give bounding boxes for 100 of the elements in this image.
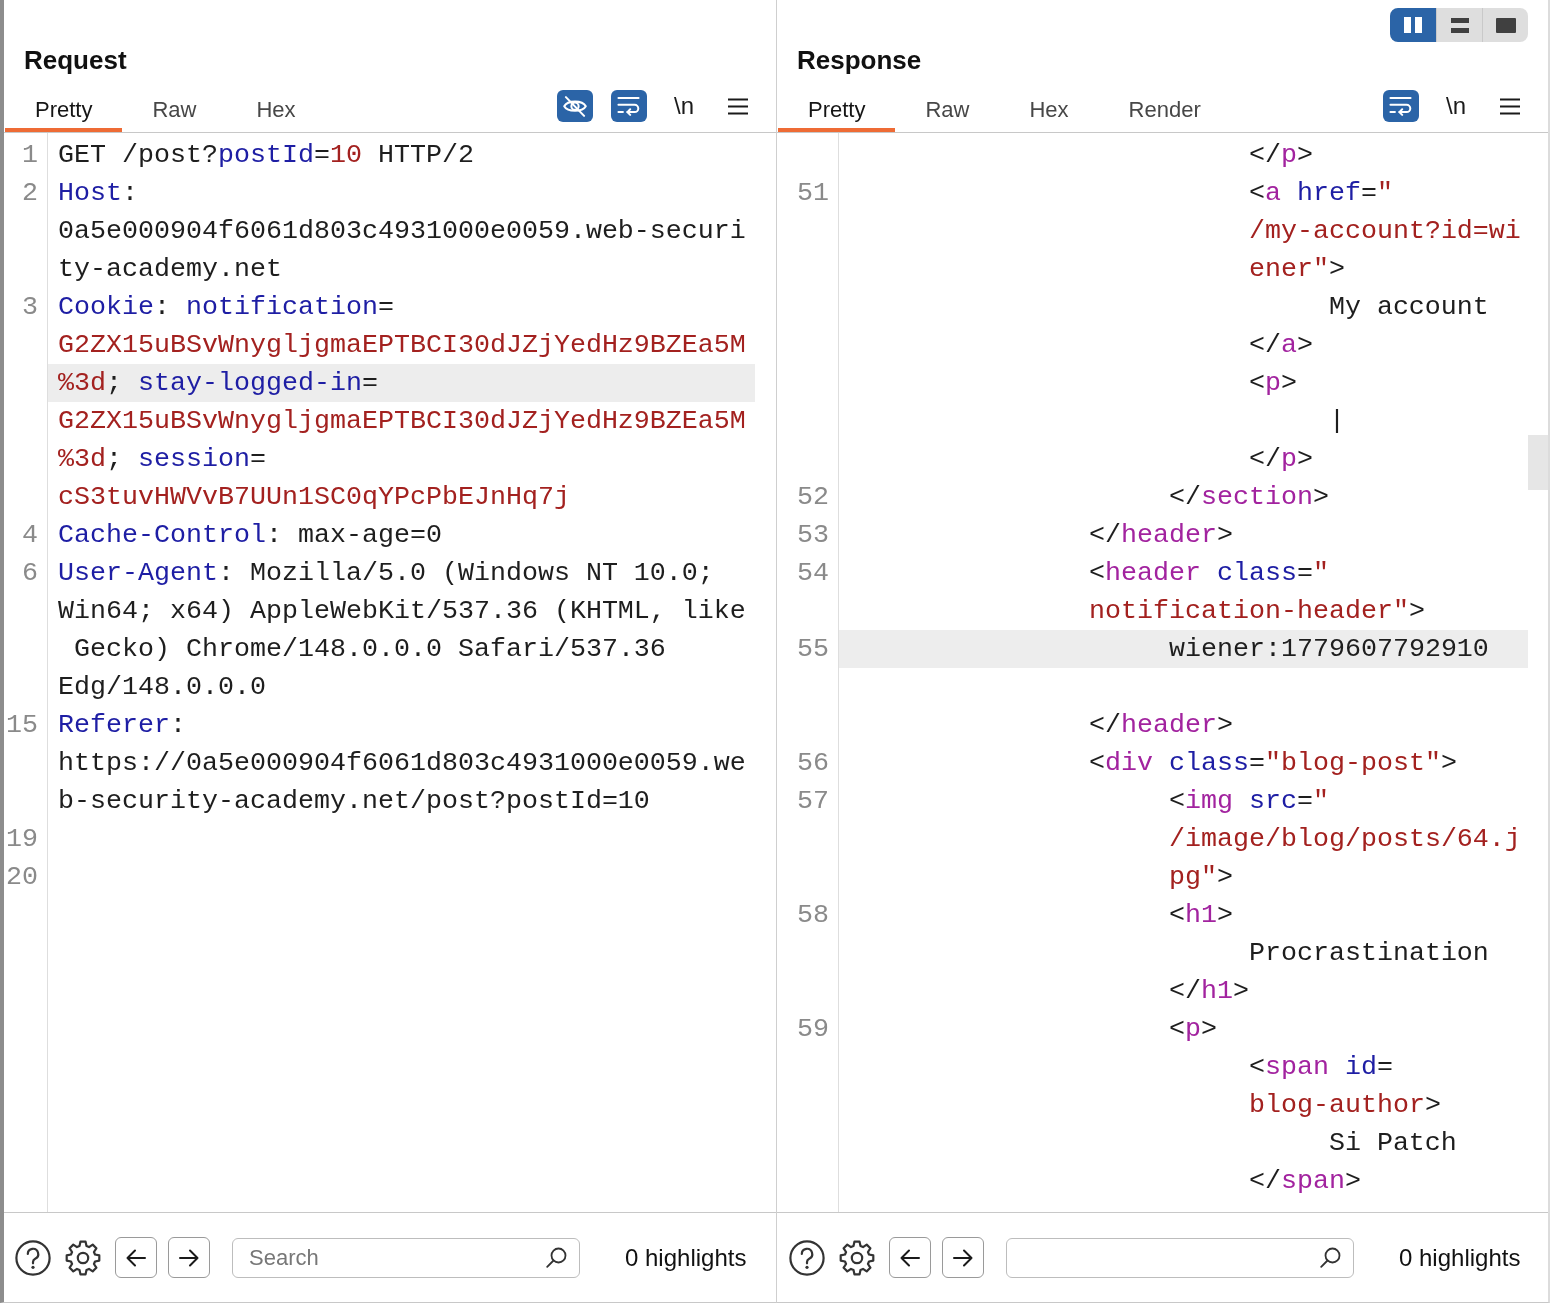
tab[interactable]: Raw [895, 88, 1000, 132]
code-line: Cache-Control: max-age=0 [58, 520, 442, 550]
code-line: Win64; x64) AppleWebKit/537.36 (KHTML, like [58, 596, 746, 626]
tab[interactable]: Render [1098, 88, 1231, 132]
code-line: </section> [1168, 482, 1329, 512]
code-line: Procrastination [1248, 938, 1489, 968]
line-number: 6 [22, 558, 38, 588]
wrap-button[interactable] [611, 90, 647, 122]
line-number: 2 [22, 178, 38, 208]
code-line: ty-academy.net [58, 254, 282, 284]
layout-button[interactable] [1482, 8, 1528, 42]
line-number: 15 [6, 710, 38, 740]
arrow-left-icon [900, 1248, 920, 1267]
line-number: 4 [22, 520, 38, 550]
code-line: </h1> [1168, 976, 1249, 1006]
search-field[interactable]: Search [232, 1237, 580, 1278]
eye-slash-icon [563, 95, 587, 117]
newline-button[interactable]: \n [672, 91, 696, 121]
line-number: 55 [797, 634, 829, 664]
pane-title: Response [796, 44, 923, 76]
menu-icon[interactable] [1500, 97, 1520, 115]
back-button[interactable] [889, 1237, 931, 1278]
line-number: 57 [797, 786, 829, 816]
code-line: pg"> [1168, 862, 1233, 892]
code-line: <a href=" [1248, 178, 1393, 208]
newline-button[interactable]: \n [1444, 91, 1468, 121]
line-number: 1 [22, 140, 38, 170]
arrow-left-icon [126, 1248, 146, 1267]
code-line: </p> [1248, 444, 1313, 474]
arrow-right-icon [179, 1248, 199, 1267]
code-line: https://0a5e000904f6061d803c4931000e0059.we [58, 748, 746, 778]
code-line: </a> [1248, 330, 1313, 360]
settings-icon[interactable] [839, 1239, 875, 1276]
columns-icon [1404, 17, 1422, 33]
menu-icon[interactable] [728, 97, 748, 115]
code-line: /image/blog/posts/64.j [1168, 824, 1521, 854]
tab[interactable]: Hex [999, 88, 1099, 132]
code-line: cS3tuvHWVvB7UUn1SC0qYPcPbEJnHq7j [58, 482, 570, 512]
tab[interactable]: Hex [226, 88, 326, 132]
line-number: 52 [797, 482, 829, 512]
pane-title: Request [23, 44, 128, 76]
search-icon [1320, 1246, 1341, 1268]
rows-icon [1450, 17, 1469, 33]
line-number: 20 [6, 862, 38, 892]
code-line: GET /post?postId=10 HTTP/2 [58, 140, 474, 170]
line-number: 3 [22, 292, 38, 322]
code-line: </header> [1088, 710, 1233, 740]
line-number: 51 [797, 178, 829, 208]
code-line: <div class="blog-post"> [1088, 748, 1457, 778]
code-line: Edg/148.0.0.0 [58, 672, 266, 702]
hide-button[interactable] [557, 90, 593, 122]
wrap-lines-icon [617, 96, 641, 116]
forward-button[interactable] [168, 1237, 210, 1278]
code-line: G2ZX15uBSvWnygljgmaEPTBCI30dJZjYedHz9BZEa5M [58, 330, 746, 360]
code-line: <p> [1168, 1014, 1217, 1044]
search-field[interactable] [1006, 1237, 1354, 1278]
code-line: %3d; session= [58, 444, 266, 474]
line-number: 19 [6, 824, 38, 854]
square-icon [1495, 17, 1516, 33]
back-button[interactable] [115, 1237, 157, 1278]
line-number: 54 [797, 558, 829, 588]
line-number: 59 [797, 1014, 829, 1044]
wrap-button[interactable] [1383, 90, 1419, 122]
code-line: Host: [58, 178, 138, 208]
tab[interactable]: Raw [122, 88, 227, 132]
code-line: b-security-academy.net/post?postId=10 [58, 786, 650, 816]
tab[interactable]: Pretty [5, 88, 123, 132]
line-number: 53 [797, 520, 829, 550]
code-line: notification-header"> [1088, 596, 1425, 626]
code-line: | [1328, 406, 1345, 436]
line-number: 56 [797, 748, 829, 778]
code-line: <img src=" [1168, 786, 1329, 816]
code-line: Gecko) Chrome/148.0.0.0 Safari/537.36 [74, 634, 666, 664]
code-line: My account [1328, 292, 1489, 322]
settings-icon[interactable] [65, 1239, 101, 1276]
layout-button[interactable] [1436, 8, 1482, 42]
code-line: %3d; stay-logged-in= [58, 368, 378, 398]
help-icon[interactable] [789, 1239, 825, 1276]
code-line: ener"> [1248, 254, 1345, 284]
code-line: </p> [1248, 140, 1313, 170]
code-line: Referer: [58, 710, 186, 740]
search-icon [546, 1246, 567, 1268]
code-line: G2ZX15uBSvWnygljgmaEPTBCI30dJZjYedHz9BZEa5M [58, 406, 746, 436]
code-line: <header class=" [1088, 558, 1329, 588]
code-line: 0a5e000904f6061d803c4931000e0059.web-securi [58, 216, 746, 246]
wrap-lines-icon [1389, 96, 1413, 116]
code-line: <span id= [1248, 1052, 1393, 1082]
scrollbar-thumb[interactable] [1528, 435, 1548, 490]
help-icon[interactable] [15, 1239, 51, 1276]
code-line: Cookie: notification= [58, 292, 394, 322]
code-line: </span> [1248, 1166, 1361, 1196]
highlights-count: 0 highlights [1399, 1243, 1521, 1272]
line-number: 58 [797, 900, 829, 930]
layout-button[interactable] [1390, 8, 1436, 42]
forward-button[interactable] [942, 1237, 984, 1278]
code-line: </header> [1088, 520, 1233, 550]
highlights-count: 0 highlights [625, 1243, 747, 1272]
tab[interactable]: Pretty [778, 88, 896, 132]
code-line: wiener:1779607792910 [1168, 634, 1489, 664]
arrow-right-icon [953, 1248, 973, 1267]
